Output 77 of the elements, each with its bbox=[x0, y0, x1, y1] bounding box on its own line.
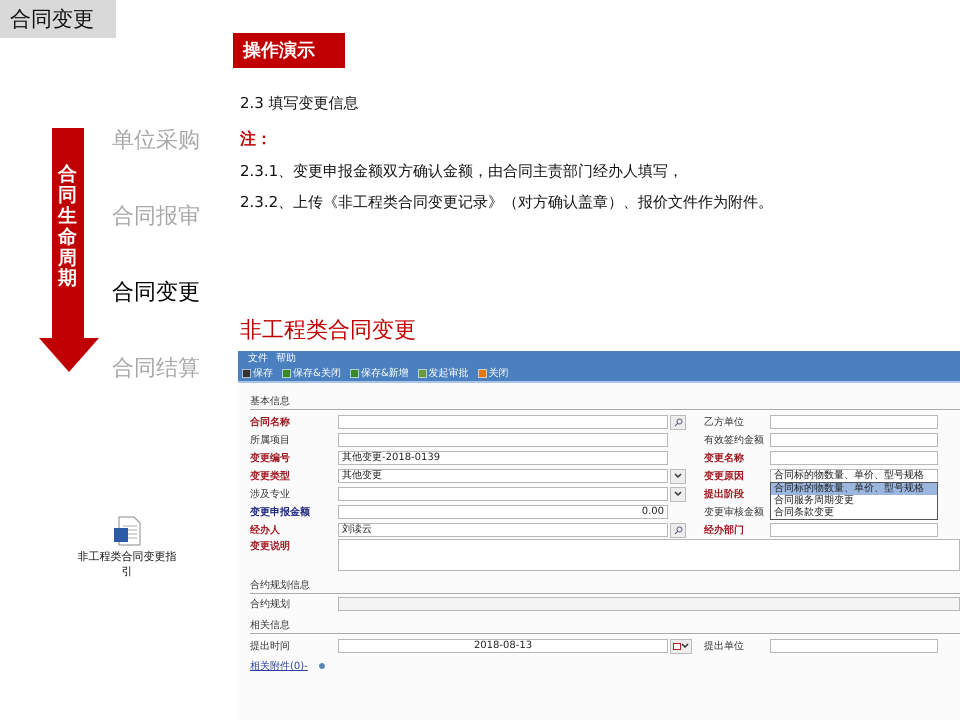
section-title: 合约规划信息 bbox=[250, 575, 960, 594]
field-label: 所属项目 bbox=[250, 434, 291, 447]
field-label: 变更申报金额 bbox=[250, 505, 311, 519]
toolbar-icon bbox=[282, 369, 291, 378]
field-label: 提出单位 bbox=[703, 640, 745, 653]
step-title: 2.3 填写变更信息 bbox=[240, 94, 360, 113]
lifecycle-label: 合同生命周期 bbox=[58, 164, 77, 290]
search-button[interactable] bbox=[670, 522, 686, 538]
note-text: 2.3.2、上传《非工程类合同变更记录》（对方确认盖章）、报价文件作为附件。 bbox=[240, 193, 774, 212]
section-badge: 操作演示 bbox=[233, 33, 345, 68]
field-label: 提出时间 bbox=[250, 640, 291, 653]
lifecycle-stage: 单位采购 bbox=[112, 127, 200, 155]
field-label: 涉及专业 bbox=[250, 488, 291, 501]
text-field[interactable]: 其他变更-2018-0139 bbox=[338, 451, 668, 465]
toolbar-button[interactable]: 保存&新增 bbox=[350, 368, 409, 380]
dropdown-button[interactable] bbox=[670, 486, 686, 502]
calendar-icon bbox=[673, 642, 681, 650]
menu-item[interactable]: 帮助 bbox=[276, 352, 296, 364]
calendar-button[interactable] bbox=[670, 638, 692, 654]
chevron-down-icon bbox=[674, 473, 682, 479]
toolbar-button[interactable]: 发起审批 bbox=[418, 368, 469, 380]
field-label: 变更审核金额 bbox=[703, 506, 765, 519]
field-label: 变更编号 bbox=[250, 451, 291, 465]
lookup-field[interactable]: 刘读云 bbox=[338, 523, 668, 537]
amount-field[interactable]: 0.00 bbox=[338, 505, 668, 519]
field-label: 经办人 bbox=[250, 524, 281, 537]
text-field[interactable] bbox=[770, 433, 938, 447]
toolbar-icon bbox=[242, 369, 251, 378]
text-field[interactable] bbox=[770, 523, 938, 537]
search-icon bbox=[674, 526, 682, 534]
attachment-caption: 非工程类合同变更指引 bbox=[77, 550, 177, 580]
chevron-down-icon bbox=[674, 491, 682, 497]
attachments-link[interactable]: 相关附件(0)- bbox=[250, 659, 308, 673]
lifecycle-stage: 合同报审 bbox=[112, 203, 200, 231]
search-icon bbox=[674, 418, 682, 426]
field-label: 变更说明 bbox=[250, 539, 291, 553]
section-title: 相关信息 bbox=[250, 615, 960, 634]
field-label: 提出阶段 bbox=[702, 488, 745, 501]
date-field[interactable]: 2018-08-13 bbox=[338, 639, 668, 653]
attachment-icon bbox=[318, 662, 326, 670]
toolbar-icon bbox=[418, 369, 427, 378]
toolbar-button[interactable]: 关闭 bbox=[478, 368, 509, 380]
close-icon bbox=[478, 369, 487, 378]
menu-item[interactable]: 文件 bbox=[248, 352, 268, 364]
description-field[interactable] bbox=[338, 539, 960, 571]
form-heading: 非工程类合同变更 bbox=[240, 317, 417, 345]
slide-title: 合同变更 bbox=[0, 0, 116, 38]
field-label: 乙方单位 bbox=[703, 416, 745, 429]
field-label: 经办部门 bbox=[702, 523, 745, 537]
text-field[interactable] bbox=[338, 433, 668, 447]
note-text: 2.3.1、变更申报金额双方确认金额，由合同主责部门经办人填写， bbox=[240, 162, 684, 181]
section-title: 基本信息 bbox=[250, 391, 960, 410]
dropdown-button[interactable] bbox=[670, 468, 686, 484]
text-field[interactable] bbox=[770, 451, 938, 465]
document-icon bbox=[112, 516, 142, 546]
search-button[interactable] bbox=[670, 414, 686, 430]
select-field[interactable]: 合同标的物数量、单价、型号规格 bbox=[770, 469, 938, 483]
toolbar-icon bbox=[350, 369, 359, 378]
toolbar-button[interactable]: 保存 bbox=[242, 368, 273, 380]
chevron-down-icon bbox=[681, 643, 689, 649]
toolbar-button[interactable]: 保存&关闭 bbox=[282, 368, 341, 380]
field-label: 合约规划 bbox=[250, 598, 291, 611]
dropdown-option[interactable]: 合同标的物数量、单价、型号规格 bbox=[771, 483, 937, 495]
field-label: 合同名称 bbox=[250, 416, 291, 429]
text-field[interactable] bbox=[770, 415, 938, 429]
note-label: 注： bbox=[240, 129, 273, 150]
field-label: 变更名称 bbox=[703, 451, 745, 465]
select-field[interactable] bbox=[338, 487, 668, 501]
lookup-field[interactable] bbox=[338, 415, 668, 429]
field-label: 变更原因 bbox=[703, 469, 745, 483]
text-field[interactable] bbox=[770, 639, 938, 653]
lifecycle-stage: 合同结算 bbox=[112, 355, 200, 383]
field-label: 有效签约金额 bbox=[703, 434, 765, 447]
select-field[interactable]: 其他变更 bbox=[338, 469, 668, 483]
lifecycle-stage: 合同变更 bbox=[112, 279, 200, 307]
field-label: 变更类型 bbox=[250, 469, 291, 483]
text-field[interactable] bbox=[338, 597, 960, 611]
